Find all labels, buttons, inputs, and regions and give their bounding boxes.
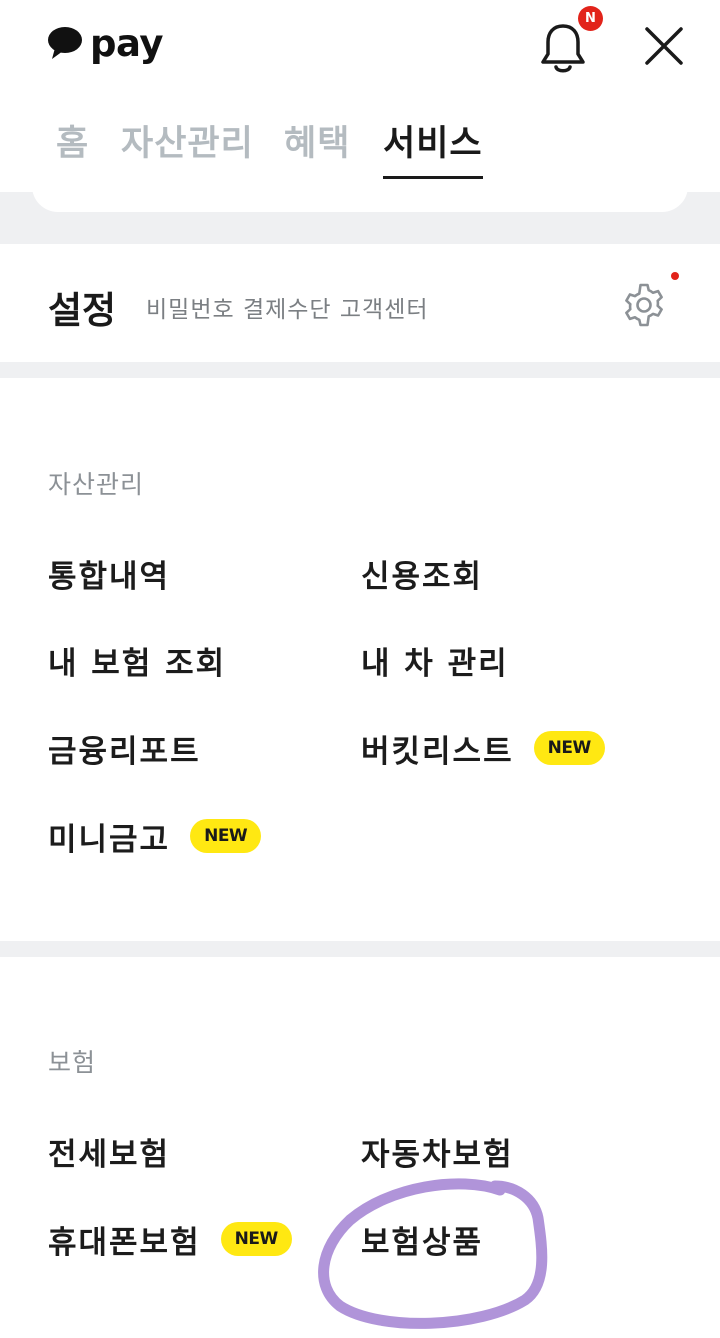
- menu-item-label: 전세보험: [48, 1136, 171, 1173]
- tab-bar: 홈 자산관리 혜택 서비스: [0, 118, 720, 179]
- notification-bell-icon[interactable]: [537, 20, 589, 76]
- section-label-insurance: 보험: [48, 1048, 97, 1077]
- app-header: pay N: [0, 0, 720, 92]
- section-divider: [0, 941, 720, 957]
- new-badge: NEW: [190, 819, 262, 853]
- tab-asset-management[interactable]: 자산관리: [121, 118, 254, 176]
- menu-item-my-insurance[interactable]: 내 보험 조회: [48, 638, 226, 682]
- menu-item-label: 자동차보험: [361, 1136, 514, 1173]
- notification-badge: N: [578, 6, 603, 31]
- menu-item-mini-safe[interactable]: 미니금고 NEW: [48, 814, 262, 858]
- menu-item-jeonse-insurance[interactable]: 전세보험: [48, 1129, 170, 1173]
- menu-item-bucket-list[interactable]: 버킷리스트 NEW: [361, 726, 605, 770]
- settings-alert-dot: [671, 272, 679, 280]
- logo-text: pay: [90, 21, 163, 65]
- new-badge: NEW: [220, 1222, 292, 1256]
- menu-item-label: 내 보험 조회: [48, 645, 227, 682]
- menu-item-label: 내 차 관리: [361, 645, 509, 682]
- new-badge: NEW: [533, 731, 605, 765]
- section-label-asset: 자산관리: [48, 470, 145, 499]
- settings-title[interactable]: 설정: [48, 280, 116, 334]
- menu-item-label: 버킷리스트: [361, 733, 514, 770]
- menu-item-label: 신용조회: [361, 558, 484, 595]
- menu-item-credit-check[interactable]: 신용조회: [361, 551, 483, 595]
- tab-benefits[interactable]: 혜택: [284, 118, 350, 176]
- menu-item-insurance-products[interactable]: 보험상품: [361, 1217, 483, 1261]
- kakaopay-logo: pay: [46, 20, 163, 66]
- menu-item-label: 통합내역: [48, 558, 171, 595]
- menu-item-integrated-history[interactable]: 통합내역: [48, 551, 170, 595]
- section-divider: [0, 362, 720, 378]
- menu-item-finance-report[interactable]: 금융리포트: [48, 726, 201, 770]
- tab-services[interactable]: 서비스: [383, 118, 483, 179]
- menu-item-label: 보험상품: [361, 1224, 484, 1261]
- close-icon[interactable]: [641, 23, 687, 69]
- gear-icon[interactable]: [620, 281, 668, 329]
- menu-item-label: 금융리포트: [48, 733, 201, 770]
- menu-item-my-car[interactable]: 내 차 관리: [361, 638, 509, 682]
- tab-home[interactable]: 홈: [56, 118, 89, 176]
- menu-item-phone-insurance[interactable]: 휴대폰보험 NEW: [48, 1217, 292, 1261]
- menu-item-label: 휴대폰보험: [48, 1224, 201, 1261]
- menu-item-car-insurance[interactable]: 자동차보험: [361, 1129, 514, 1173]
- settings-description: 비밀번호 결제수단 고객센터: [146, 297, 429, 323]
- menu-item-label: 미니금고: [48, 821, 171, 858]
- speech-bubble-icon: [48, 27, 82, 59]
